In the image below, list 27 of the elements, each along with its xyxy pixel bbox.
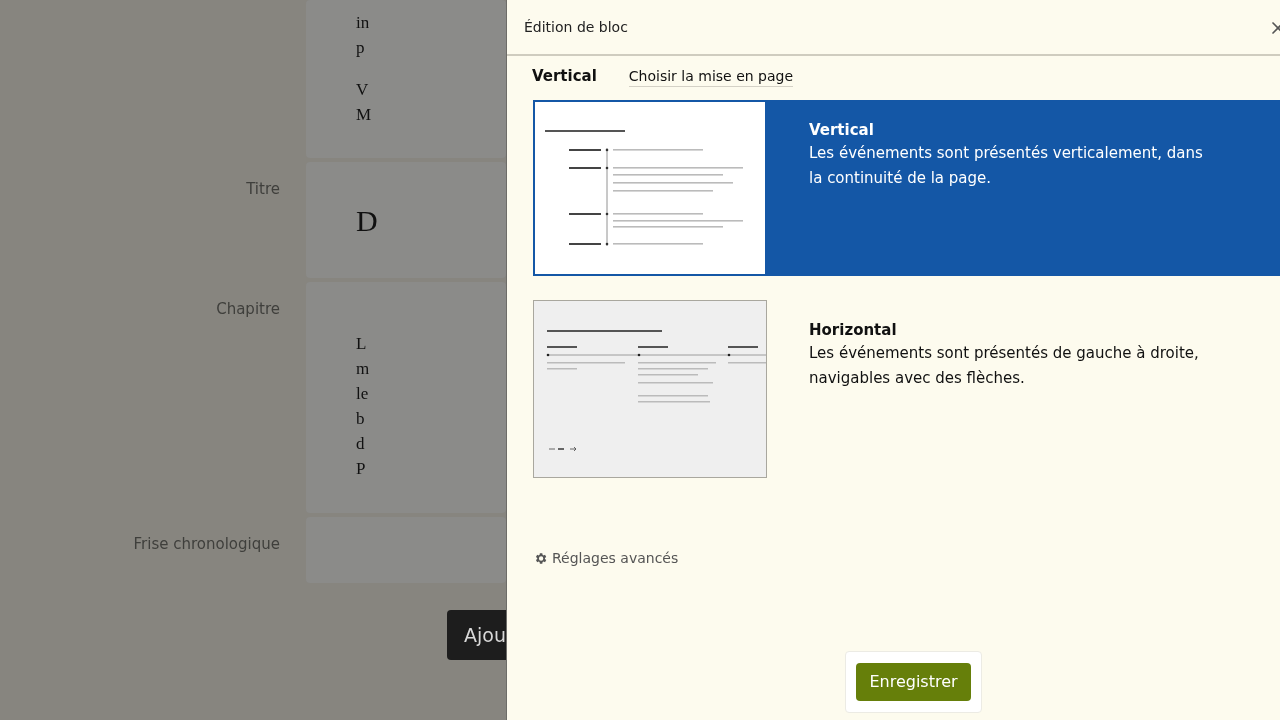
field-text: L [356,333,368,355]
field-text: D [356,202,378,239]
advanced-settings-button[interactable]: Réglages avancés [533,548,679,569]
panel-title: Édition de bloc [524,17,628,37]
field-text: le [356,383,370,405]
field-label: Titre [246,179,280,200]
field-text: m [356,358,371,380]
layout-option[interactable]: Vertical Les événements sont présentés verticalement, dans la continuité de la page. [533,100,1280,276]
field-label: Frise chronologique [133,534,280,555]
layout-option[interactable]: Horizontal Les événements sont présentés de gauche à droite, navigables avec des flèches. [533,300,1280,478]
field-text: M [356,104,373,126]
option-title: Horizontal [809,320,898,341]
option-description: Les événements sont présentés verticalement, dans la continuité de la page. [809,143,1204,189]
field-text: p [356,37,366,59]
settings-icon [533,551,548,566]
field-text: V [356,79,370,101]
current-layout: Vertical [532,65,597,87]
field-text: d [356,433,366,455]
field-text: P [356,458,367,480]
add-button[interactable]: Ajou [447,610,506,660]
choose-layout-link[interactable]: Choisir la mise en page [628,65,794,87]
option-title: Vertical [809,120,875,141]
save-button[interactable]: Enregistrer [856,663,971,701]
field-text: b [356,408,366,430]
option-description: Les événements sont présentés de gauche à droite, navigables avec des flèches. [809,343,1200,389]
field-text: in [356,12,371,34]
field-label: Chapitre [216,299,280,320]
